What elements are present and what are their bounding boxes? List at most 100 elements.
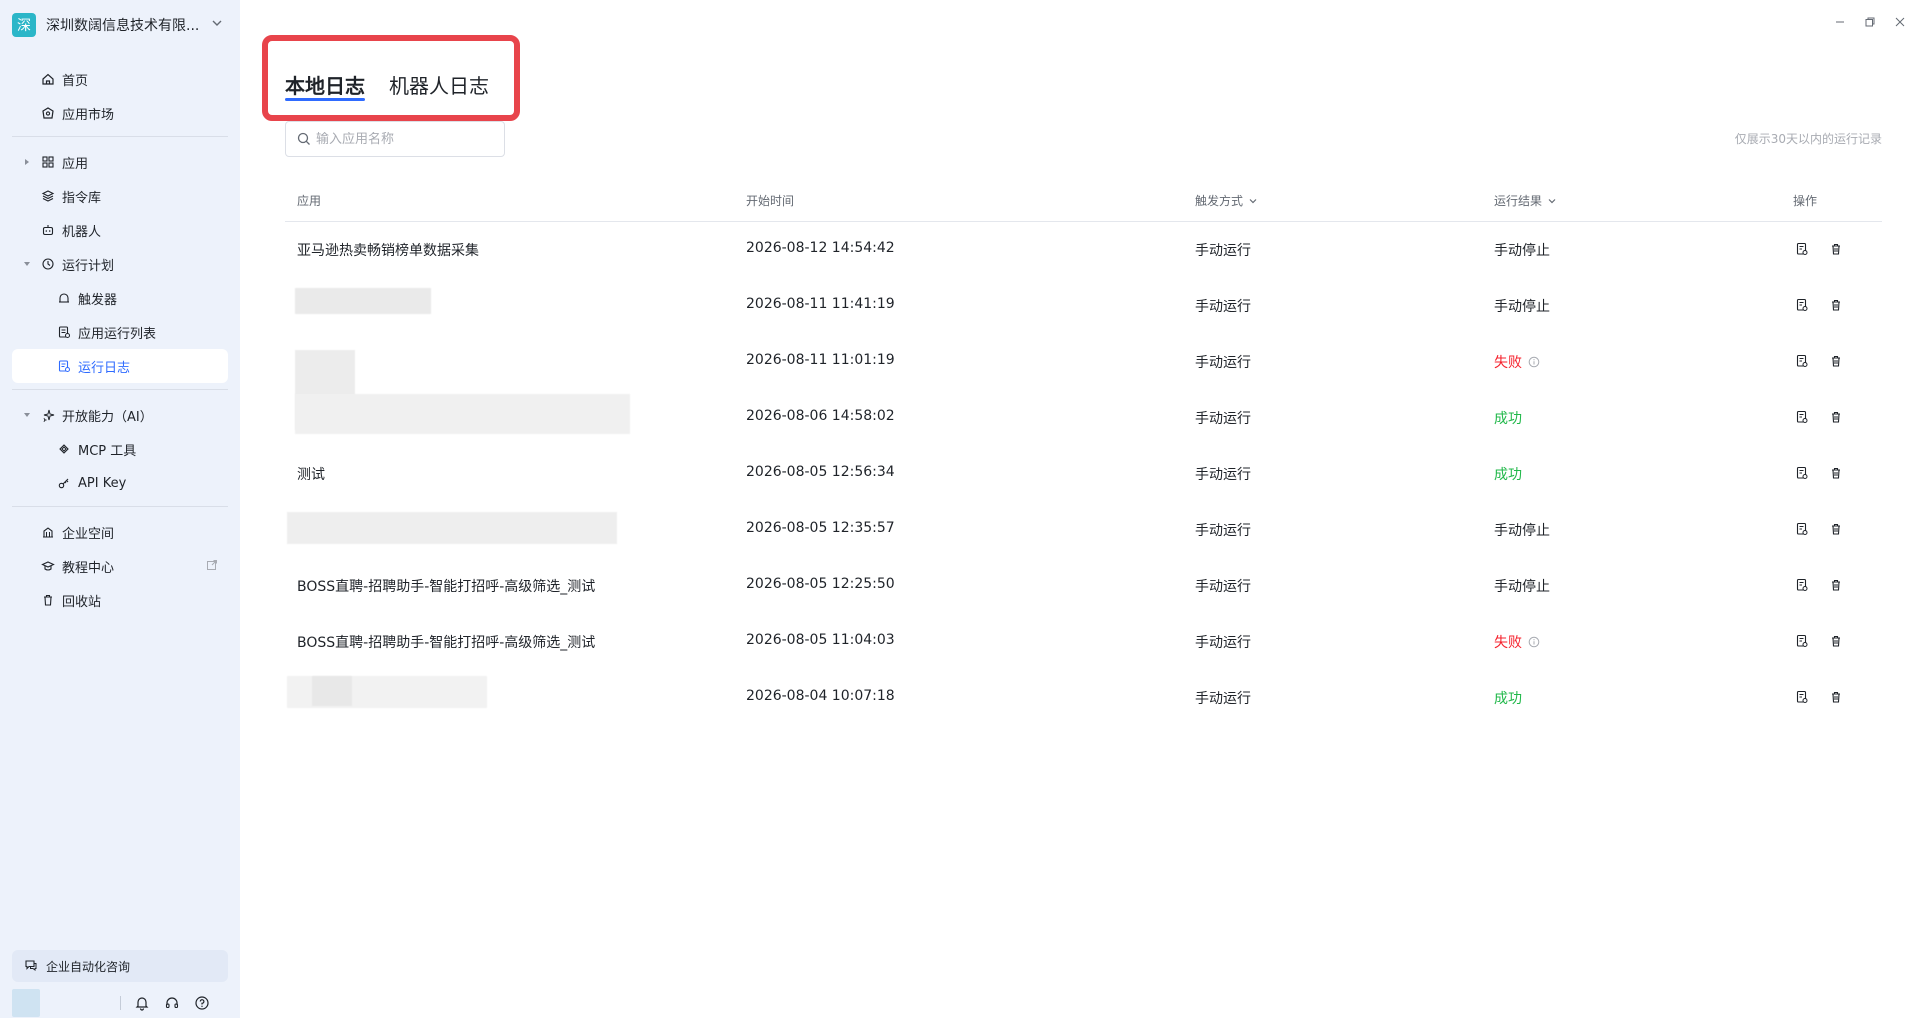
sidebar-item-home[interactable]: 首页 [12, 62, 228, 96]
info-icon[interactable] [1528, 636, 1540, 648]
minimize-icon[interactable] [1832, 14, 1848, 30]
grid-icon [40, 154, 56, 170]
sidebar-item-run-log[interactable]: 运行日志 [12, 349, 228, 383]
cell-start-time: 2026-08-05 12:25:50 [746, 576, 895, 592]
sidebar-item-enterprise[interactable]: 企业空间 [12, 515, 228, 549]
cell-start-time: 2026-08-06 14:58:02 [746, 408, 895, 424]
redacted-app-name [287, 512, 617, 544]
header-start-time: 开始时间 [746, 194, 795, 208]
chevron-down-icon[interactable] [210, 16, 224, 30]
close-icon[interactable] [1892, 14, 1908, 30]
redacted-app-name [295, 288, 431, 314]
key-icon [56, 475, 72, 491]
cell-trigger: 手动运行 [1195, 579, 1251, 595]
trigger-icon [56, 290, 72, 306]
bell-icon[interactable] [133, 994, 151, 1012]
cell-result: 手动停止 [1494, 576, 1550, 596]
divider [120, 996, 121, 1010]
home-icon [40, 71, 56, 87]
sidebar-item-market[interactable]: 应用市场 [12, 96, 228, 130]
result-label: 成功 [1494, 691, 1522, 707]
result-label: 失败 [1494, 355, 1522, 371]
market-icon [40, 105, 56, 121]
sidebar-item-apps[interactable]: 应用 [12, 145, 228, 179]
sidebar-item-label: 运行计划 [62, 258, 115, 274]
cell-start-time: 2026-08-05 12:35:57 [746, 520, 895, 536]
sidebar-item-api-key[interactable]: API Key [12, 466, 228, 500]
search-box[interactable] [285, 121, 505, 157]
chevron-down-icon[interactable] [1247, 195, 1259, 207]
tab-local-log[interactable]: 本地日志 [285, 70, 365, 99]
sidebar-item-open-ai[interactable]: 开放能力（AI） [12, 398, 228, 432]
headset-icon[interactable] [163, 994, 181, 1012]
restore-icon[interactable] [1862, 14, 1878, 30]
delete-icon[interactable] [1827, 296, 1845, 314]
header-result-label: 运行结果 [1494, 194, 1543, 208]
cell-app-name: BOSS直聘-招聘助手-智能打招呼-高级筛选_测试 [297, 579, 596, 595]
table-row: 亚马逊热卖畅销榜单数据采集 2026-08-12 14:54:42 手动运行 手动停止 [285, 222, 1882, 278]
sidebar-item-triggers[interactable]: 触发器 [12, 281, 228, 315]
org-logo: 深 [12, 13, 36, 37]
sidebar-item-mcp[interactable]: MCP 工具 [12, 432, 228, 466]
header-trigger[interactable]: 触发方式 [1195, 192, 1259, 209]
delete-icon[interactable] [1827, 240, 1845, 258]
cell-result: 手动停止 [1494, 240, 1550, 260]
view-log-icon[interactable] [1793, 520, 1811, 538]
delete-icon[interactable] [1827, 464, 1845, 482]
delete-icon[interactable] [1827, 408, 1845, 426]
cell-start-time: 2026-08-12 14:54:42 [746, 240, 895, 256]
sidebar-item-label: 教程中心 [62, 560, 115, 576]
view-log-icon[interactable] [1793, 464, 1811, 482]
sidebar-item-label: MCP 工具 [78, 443, 137, 459]
caret-down-icon[interactable] [22, 259, 32, 269]
view-log-icon[interactable] [1793, 688, 1811, 706]
consult-label: 企业自动化咨询 [46, 959, 131, 974]
consult-button[interactable]: 企业自动化咨询 [12, 950, 228, 982]
header-action: 操作 [1793, 194, 1818, 208]
org-switcher[interactable]: 深 深圳数阔信息技术有限... [12, 12, 228, 38]
sidebar-item-label: 首页 [62, 73, 89, 89]
cell-trigger: 手动运行 [1195, 299, 1251, 315]
sidebar-item-tutorials[interactable]: 教程中心 [12, 549, 228, 583]
chevron-down-icon[interactable] [1546, 195, 1558, 207]
sidebar-item-robots[interactable]: 机器人 [12, 213, 228, 247]
sidebar-item-label: 指令库 [62, 190, 102, 206]
delete-icon[interactable] [1827, 576, 1845, 594]
cell-result: 成功 [1494, 464, 1522, 484]
list-icon [56, 324, 72, 340]
delete-icon[interactable] [1827, 352, 1845, 370]
help-icon[interactable] [193, 994, 211, 1012]
search-input[interactable] [316, 131, 496, 147]
sidebar-item-commands[interactable]: 指令库 [12, 179, 228, 213]
divider [12, 506, 228, 507]
info-icon[interactable] [1528, 356, 1540, 368]
sidebar-item-schedule[interactable]: 运行计划 [12, 247, 228, 281]
tab-robot-log[interactable]: 机器人日志 [389, 70, 489, 99]
redacted-app-name [295, 394, 630, 434]
caret-down-icon[interactable] [22, 410, 32, 420]
view-log-icon[interactable] [1793, 352, 1811, 370]
divider [12, 136, 228, 137]
delete-icon[interactable] [1827, 688, 1845, 706]
table-row: 测试 2026-08-05 12:56:34 手动运行 成功 [285, 446, 1882, 502]
view-log-icon[interactable] [1793, 408, 1811, 426]
mcp-icon [56, 441, 72, 457]
sidebar-nav: 首页 应用市场 应用 指令库 机器人 运行计划 触发器 应用运行列表 运行日志 … [12, 62, 228, 617]
sidebar-item-run-list[interactable]: 应用运行列表 [12, 315, 228, 349]
table-row: 2026-08-04 10:07:18 手动运行 成功 [285, 670, 1882, 726]
retention-note: 仅展示30天以内的运行记录 [1734, 132, 1882, 146]
view-log-icon[interactable] [1793, 296, 1811, 314]
avatar[interactable] [12, 989, 40, 1017]
view-log-icon[interactable] [1793, 576, 1811, 594]
header-result[interactable]: 运行结果 [1494, 192, 1558, 209]
robot-icon [40, 222, 56, 238]
view-log-icon[interactable] [1793, 632, 1811, 650]
cell-result: 成功 [1494, 688, 1522, 708]
caret-right-icon[interactable] [22, 157, 32, 167]
view-log-icon[interactable] [1793, 240, 1811, 258]
active-tab-indicator [285, 98, 365, 101]
sidebar-item-recycle-bin[interactable]: 回收站 [12, 583, 228, 617]
delete-icon[interactable] [1827, 632, 1845, 650]
delete-icon[interactable] [1827, 520, 1845, 538]
sidebar-item-label: 应用 [62, 156, 89, 172]
